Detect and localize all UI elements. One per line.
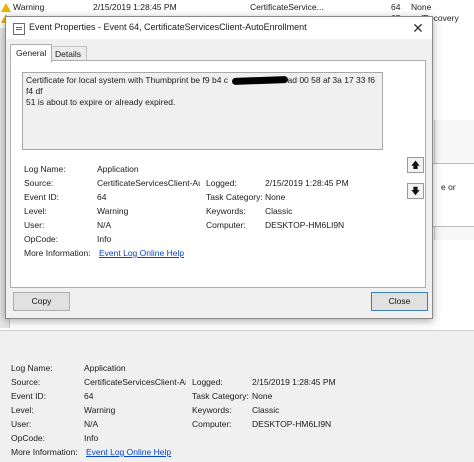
source-value: CertificateServicesClient-Aut xyxy=(97,178,200,188)
level-value: Warning xyxy=(97,206,129,216)
computer-label: Computer: xyxy=(192,419,232,429)
next-event-button[interactable]: 🡇 xyxy=(407,183,424,199)
event-log-help-link[interactable]: Event Log Online Help xyxy=(99,248,184,259)
event-category: None xyxy=(411,2,432,12)
event-id-label: Event ID: xyxy=(24,192,59,202)
event-description[interactable]: Certificate for local system with Thumbp… xyxy=(22,72,383,150)
computer-value: DESKTOP-HM6LI9N xyxy=(265,220,345,230)
close-icon[interactable]: ✕ xyxy=(410,20,426,36)
level-value: Warning xyxy=(84,405,116,415)
opcode-label: OpCode: xyxy=(11,433,46,443)
preview-pane: Log Name: Application Source: Certificat… xyxy=(0,330,474,462)
event-id-value: 64 xyxy=(97,192,107,202)
source-value: CertificateServicesClient-Aut xyxy=(84,377,186,387)
event-viewer-icon xyxy=(13,23,25,35)
task-category-label: Task Category: xyxy=(192,391,249,401)
event-id-label: Event ID: xyxy=(11,391,46,401)
event-id: 64 xyxy=(391,2,401,12)
warning-icon xyxy=(1,3,11,12)
title-bar: Event Properties - Event 64, Certificate… xyxy=(6,17,432,39)
level-label: Level: xyxy=(11,405,34,415)
event-id-value: 64 xyxy=(84,391,94,401)
keywords-value: Classic xyxy=(265,206,293,216)
source-label: Source: xyxy=(11,377,41,387)
tab-general[interactable]: General xyxy=(10,44,53,63)
task-category-value: None xyxy=(252,391,273,401)
dialog-title: Event Properties - Event 64, Certificate… xyxy=(29,22,307,32)
event-properties-dialog: Event Properties - Event 64, Certificate… xyxy=(5,16,433,319)
user-label: User: xyxy=(24,220,45,230)
source-label: Source: xyxy=(24,178,54,188)
opcode-value: Info xyxy=(84,433,99,443)
opcode-value: Info xyxy=(97,234,112,244)
actions-box: e or xyxy=(432,163,474,227)
user-label: User: xyxy=(11,419,32,429)
event-date: 2/15/2019 1:28:45 PM xyxy=(93,2,177,12)
logged-value: 2/15/2019 1:28:45 PM xyxy=(265,178,349,188)
task-category-label: Task Category: xyxy=(206,192,263,202)
log-name-label: Log Name: xyxy=(11,363,53,373)
general-tab-panel: Certificate for local system with Thumbp… xyxy=(10,60,426,288)
actions-text: e or xyxy=(441,182,456,192)
level-label: Level: xyxy=(24,206,47,216)
task-category-value: None xyxy=(265,192,286,202)
computer-label: Computer: xyxy=(206,220,246,230)
more-info-label: More Information: xyxy=(24,248,91,258)
description-text-line2: 51 is about to expire or already expired… xyxy=(26,97,176,107)
user-value: N/A xyxy=(84,419,99,429)
opcode-label: OpCode: xyxy=(24,234,59,244)
arrow-down-icon: 🡇 xyxy=(410,186,421,196)
event-log-help-link[interactable]: Event Log Online Help xyxy=(86,447,171,458)
log-name-label: Log Name: xyxy=(24,164,66,174)
keywords-label: Keywords: xyxy=(192,405,232,415)
more-info-label: More Information: xyxy=(11,447,78,457)
previous-event-button[interactable]: 🡅 xyxy=(407,157,424,173)
logged-label: Logged: xyxy=(206,178,237,188)
event-row[interactable]: Warning 2/15/2019 1:28:45 PM Certificate… xyxy=(0,2,474,13)
copy-button[interactable]: Copy xyxy=(13,292,70,311)
log-name-value: Application xyxy=(97,164,139,174)
keywords-label: Keywords: xyxy=(206,206,246,216)
log-name-value: Application xyxy=(84,363,126,373)
logged-value: 2/15/2019 1:28:45 PM xyxy=(252,377,336,387)
event-level: Warning xyxy=(13,2,45,12)
close-button[interactable]: Close xyxy=(371,292,428,311)
event-source: CertificateService... xyxy=(250,2,324,12)
description-text-part1: Certificate for local system with Thumbp… xyxy=(26,75,229,85)
logged-label: Logged: xyxy=(192,377,223,387)
arrow-up-icon: 🡅 xyxy=(410,160,421,170)
keywords-value: Classic xyxy=(252,405,280,415)
user-value: N/A xyxy=(97,220,112,230)
computer-value: DESKTOP-HM6LI9N xyxy=(252,419,332,429)
